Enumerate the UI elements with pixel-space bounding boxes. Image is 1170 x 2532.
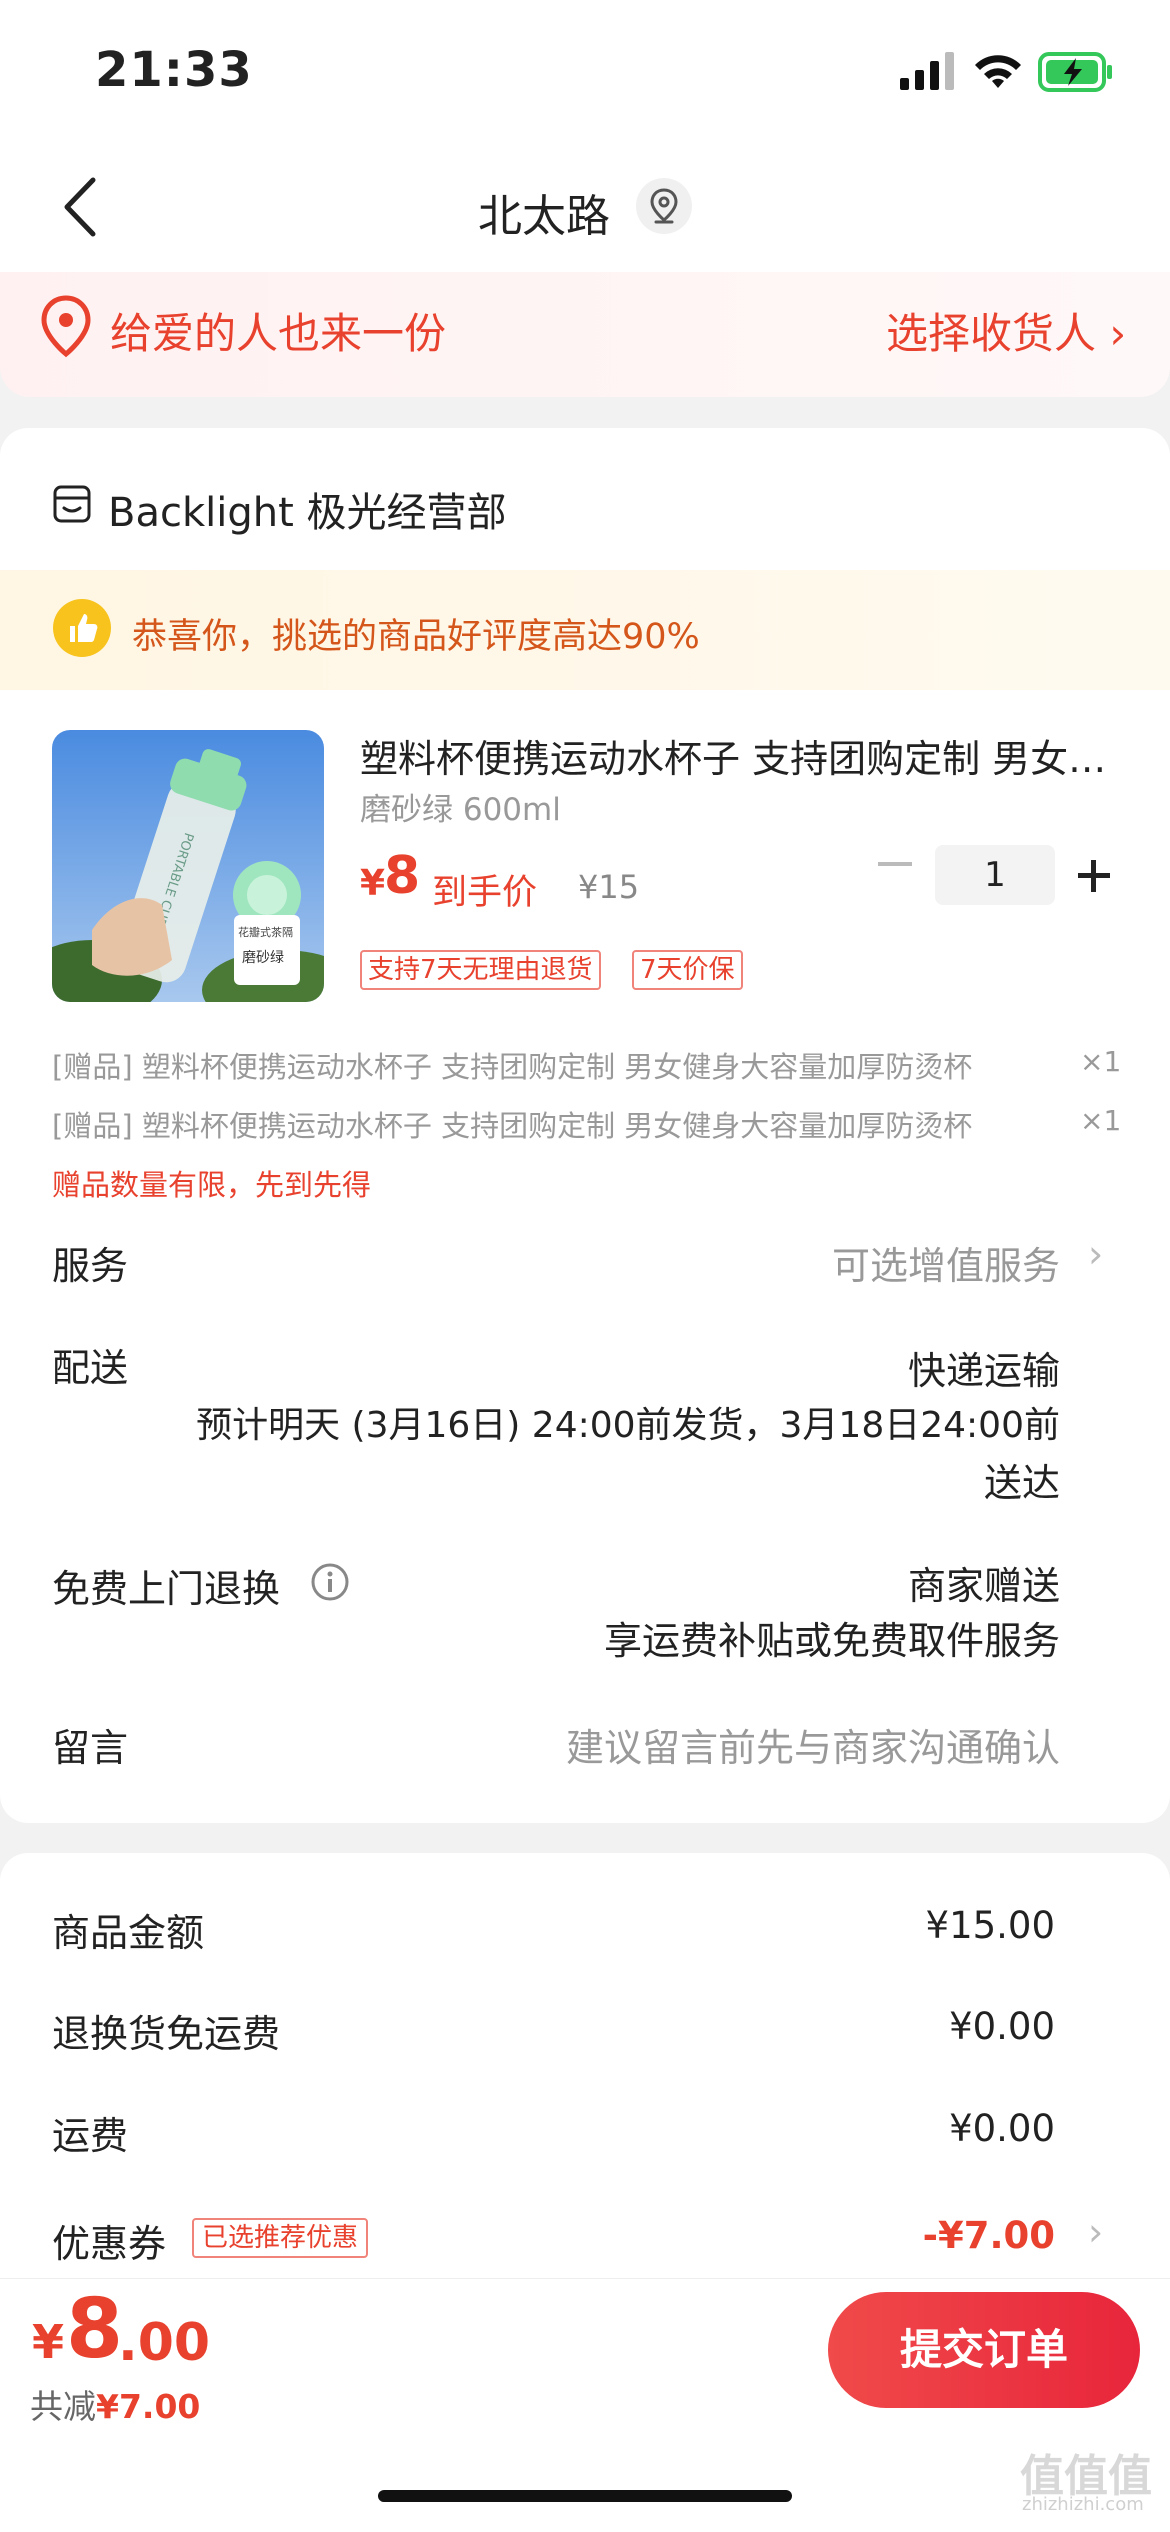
wifi-icon — [975, 55, 1021, 88]
service-label: 服务 — [52, 1244, 129, 1288]
color-label: 磨砂绿 — [242, 950, 284, 966]
submit-order-button[interactable]: 提交订单 — [828, 2292, 1140, 2408]
water-bottle-image: PORTABLE CUP 花瓣式茶隔 磨砂绿 — [52, 730, 324, 1002]
saved-label: 共减 — [30, 2387, 96, 2426]
total-amount: 8 — [66, 2282, 124, 2377]
gift-item: [赠品] 塑料杯便携运动水杯子 支持团购定制 男女健身大容量加厚防烫杯 — [52, 1050, 973, 1084]
gift-qty: ×1 — [1080, 1045, 1122, 1078]
decrease-quantity-button[interactable] — [878, 862, 912, 866]
delivery-method: 快递运输 — [907, 1349, 1060, 1393]
product-image[interactable]: PORTABLE CUP 花瓣式茶隔 磨砂绿 — [52, 730, 324, 1002]
back-arrow-icon[interactable] — [55, 172, 115, 242]
thumbs-up-icon — [53, 599, 111, 657]
gift-qty: ×1 — [1080, 1104, 1122, 1137]
location-marker-icon — [41, 295, 91, 358]
delivery-estimate: 预计明天 (3月16日) 24:00前发货，3月18日24:00前 — [196, 1405, 1060, 1446]
original-price: ¥15 — [578, 868, 640, 906]
return-fee-value: ¥0.00 — [949, 2005, 1055, 2048]
shop-name[interactable]: Backlight 极光经营部 — [108, 480, 506, 538]
message-input[interactable]: 建议留言前先与商家沟通确认 — [566, 1717, 1060, 1772]
signal-icon — [900, 52, 954, 90]
goods-amount-label: 商品金额 — [52, 1911, 205, 1955]
coupon-value[interactable]: -¥7.00 — [923, 2214, 1055, 2257]
battery-icon — [1038, 52, 1112, 92]
goods-amount-value: ¥15.00 — [925, 1904, 1055, 1947]
delivery-estimate-end: 送达 — [983, 1461, 1060, 1505]
message-label: 留言 — [52, 1726, 129, 1770]
total-currency: ¥ — [32, 2315, 65, 2369]
chevron-right-icon: › — [1088, 2210, 1104, 2254]
lid-label: 花瓣式茶隔 — [238, 925, 293, 939]
gift-item: [赠品] 塑料杯便携运动水杯子 支持团购定制 男女健身大容量加厚防烫杯 — [52, 1109, 973, 1143]
coupon-tag: 已选推荐优惠 — [192, 2218, 369, 2258]
value-added-service-link[interactable]: 可选增值服务 — [832, 1235, 1060, 1290]
price-protect-tag: 7天价保 — [632, 950, 743, 990]
delivery-label: 配送 — [52, 1346, 129, 1390]
home-indicator[interactable] — [378, 2490, 792, 2502]
gift-banner-text: 给爱的人也来一份 — [110, 309, 447, 358]
free-return-label: 免费上门退换 — [52, 1567, 281, 1611]
choose-recipient-link[interactable]: 选择收货人 › — [886, 300, 1126, 361]
praise-text: 恭喜你，挑选的商品好评度高达90% — [132, 617, 700, 657]
product-spec[interactable]: 磨砂绿 600ml — [360, 784, 561, 829]
shipping-label: 运费 — [52, 2114, 129, 2158]
shop-icon — [53, 485, 91, 523]
status-time: 21:33 — [95, 42, 253, 98]
return-service-desc: 享运费补贴或免费取件服务 — [603, 1619, 1060, 1663]
price-label: 到手价 — [432, 873, 538, 913]
price-value: 8 — [384, 846, 421, 906]
return-fee-label: 退换货免运费 — [52, 2012, 281, 2056]
quantity-field[interactable]: 1 — [935, 845, 1055, 905]
location-pin-icon — [650, 188, 678, 224]
saved-amount: ¥7.00 — [96, 2387, 201, 2426]
return-provider: 商家赠送 — [907, 1564, 1060, 1608]
return-policy-tag: 支持7天无理由退货 — [360, 950, 601, 990]
product-title[interactable]: 塑料杯便携运动水杯子 支持团购定制 男女健身大容量加厚防烫 — [360, 728, 1120, 783]
chevron-right-icon: › — [1088, 1232, 1104, 1276]
plus-icon[interactable] — [1091, 860, 1096, 892]
gift-limit-notice: 赠品数量有限，先到先得 — [52, 1168, 372, 1202]
discount-summary: 共减¥7.00 — [30, 2380, 200, 2428]
price-currency: ¥ — [360, 863, 386, 904]
total-decimal: .00 — [118, 2313, 211, 2373]
info-icon[interactable] — [310, 1562, 350, 1602]
watermark-url: zhizhizhi.com — [1022, 2494, 1144, 2515]
shipping-value: ¥0.00 — [949, 2107, 1055, 2150]
page-title: 北太路 — [478, 191, 610, 242]
location-button[interactable] — [636, 178, 692, 234]
coupon-label: 优惠券 — [52, 2222, 167, 2266]
